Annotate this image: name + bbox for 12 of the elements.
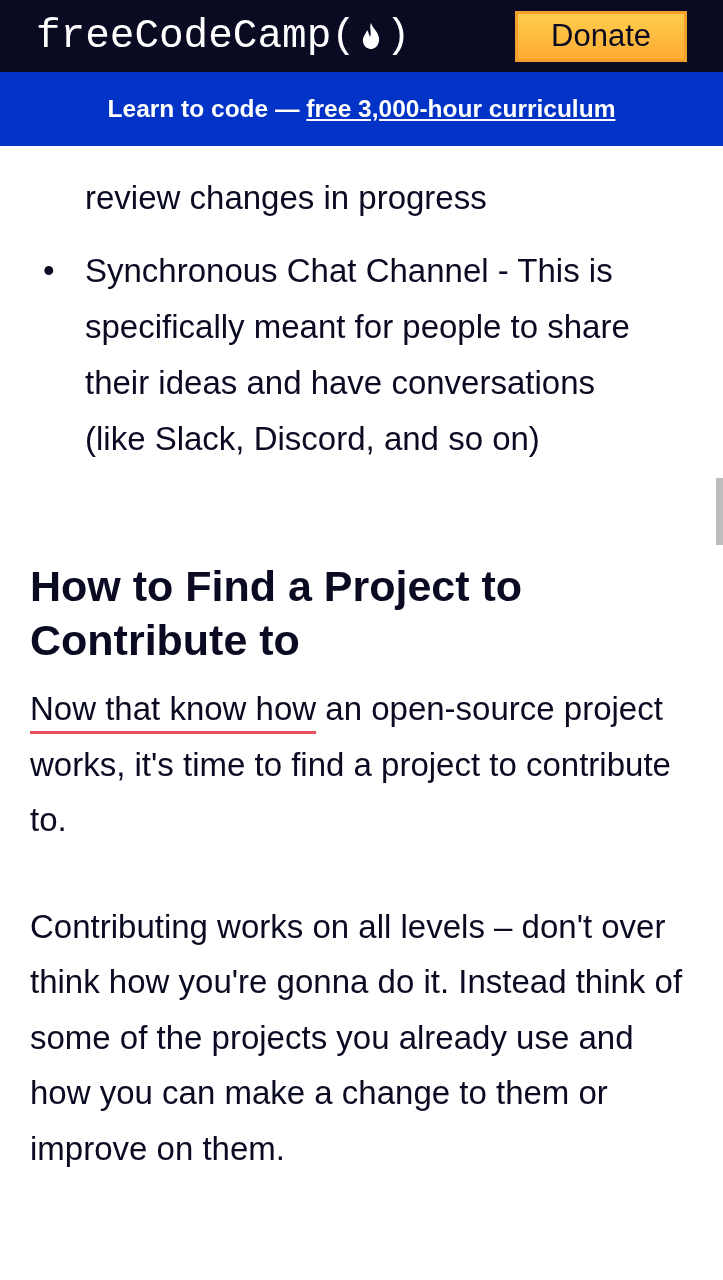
- curriculum-link[interactable]: free 3,000-hour curriculum: [306, 95, 616, 123]
- donate-button[interactable]: Donate: [515, 10, 687, 62]
- brand-logo[interactable]: freeCodeCamp(: [36, 13, 356, 59]
- paragraph: Contributing works on all levels – don't over think how you're gonna do it. Instead think of some of the projects you already use and how you can make a change to them or improve on them.: [30, 906, 684, 1169]
- bullet-marker: •: [42, 251, 56, 291]
- brand-paren: ): [385, 13, 411, 59]
- banner-text: Learn to code —: [107, 95, 301, 123]
- paragraph: Now that know how an open-source project works, it's time to find a project to contribute to.: [30, 689, 672, 840]
- list-item: review changes in progress: [85, 178, 488, 218]
- section-heading: How to Find a Project to Contribute to: [30, 561, 524, 666]
- scrollbar[interactable]: [716, 478, 723, 545]
- list-item: Synchronous Chat Channel - This is specifically meant for people to share their ideas and have conversations (like Slack, Discord, and so on): [85, 251, 631, 459]
